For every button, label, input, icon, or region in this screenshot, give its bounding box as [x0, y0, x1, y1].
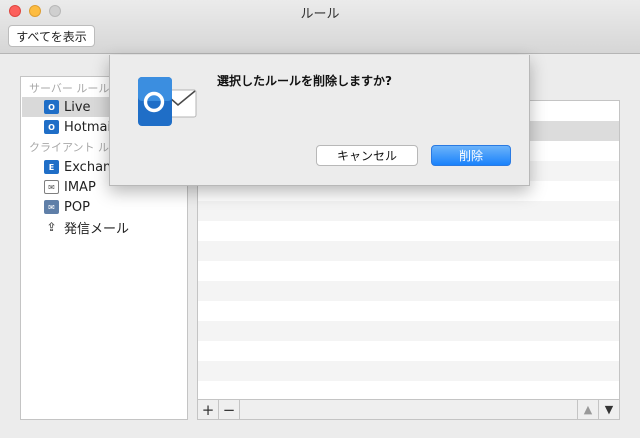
sidebar-item-label: 発信メール: [64, 221, 130, 237]
show-all-button[interactable]: すべてを表示: [8, 25, 95, 47]
list-item: [198, 321, 619, 341]
sidebar-item-label: IMAP: [64, 179, 96, 195]
sidebar-item-label: Live: [64, 99, 91, 115]
list-item: [198, 221, 619, 241]
list-item: [198, 281, 619, 301]
sidebar-item-outgoing[interactable]: ⇪ 発信メール: [22, 217, 187, 237]
mail-icon: ✉: [44, 180, 59, 194]
rules-window: ルール すべてを表示 サーバー ルール O Live O Hotmail クライ…: [0, 0, 640, 438]
list-item: [198, 261, 619, 281]
server-rules-header: サーバー ルール: [29, 82, 110, 95]
move-down-button[interactable]: ▼: [598, 400, 619, 419]
list-item: [198, 341, 619, 361]
outlook-icon: O: [44, 120, 59, 134]
remove-rule-button[interactable]: −: [219, 400, 240, 419]
list-item: [198, 201, 619, 221]
list-item: [198, 381, 619, 401]
delete-button[interactable]: 削除: [431, 145, 511, 166]
pop-icon: ✉: [44, 200, 59, 214]
outlook-icon: O: [44, 100, 59, 114]
outgoing-icon: ⇪: [46, 220, 57, 234]
add-rule-button[interactable]: +: [198, 400, 219, 419]
list-bottom-bar: + − ▲ ▼: [198, 399, 619, 419]
move-up-button[interactable]: ▲: [577, 400, 598, 419]
outlook-app-icon: [138, 77, 197, 126]
sidebar-item-pop[interactable]: ✉ POP: [22, 197, 187, 217]
title-bar: ルール すべてを表示: [0, 0, 640, 54]
sidebar-item-label: POP: [64, 199, 90, 215]
window-title: ルール: [300, 7, 340, 22]
sidebar-item-label: Hotmail: [64, 119, 115, 135]
exchange-icon: E: [44, 160, 59, 174]
list-item: [198, 241, 619, 261]
list-item: [198, 361, 619, 381]
delete-confirmation-dialog: 選択したルールを削除しますか? キャンセル 削除: [109, 55, 530, 186]
dialog-message: 選択したルールを削除しますか?: [217, 74, 392, 88]
cancel-button[interactable]: キャンセル: [316, 145, 418, 166]
list-item: [198, 301, 619, 321]
